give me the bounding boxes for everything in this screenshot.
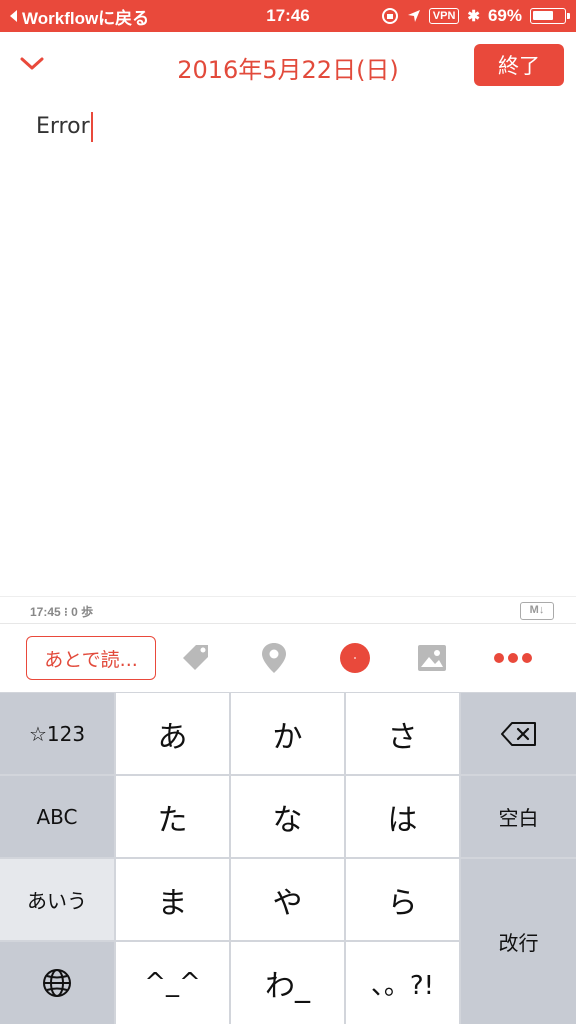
key-ma[interactable]: ま xyxy=(116,859,229,940)
image-icon[interactable] xyxy=(414,640,450,676)
key-na[interactable]: な xyxy=(231,776,344,857)
record-dot-icon[interactable] xyxy=(337,640,373,676)
markdown-badge[interactable]: M↓ xyxy=(520,602,554,620)
key-sa[interactable]: さ xyxy=(346,693,459,774)
entry-info-bar: 17:45 ⁝ 0 歩 M↓ xyxy=(0,596,576,624)
tag-icon[interactable] xyxy=(178,640,214,676)
vpn-badge: VPN xyxy=(428,8,460,24)
key-ha[interactable]: は xyxy=(346,776,459,857)
key-ka[interactable]: か xyxy=(231,693,344,774)
more-dots-icon[interactable] xyxy=(492,640,534,676)
status-bar: Workflowに戻る 17:46 VPN ✱ 69% xyxy=(0,0,576,32)
key-a[interactable]: あ xyxy=(116,693,229,774)
key-ya[interactable]: や xyxy=(231,859,344,940)
key-abc[interactable]: ABC xyxy=(0,776,114,857)
key-ra[interactable]: ら xyxy=(346,859,459,940)
key-emoticon[interactable]: ^_^ xyxy=(116,942,229,1024)
chevron-down-icon[interactable] xyxy=(16,48,48,80)
back-triangle-icon xyxy=(10,10,17,22)
editor-toolbar: あとで読... xyxy=(0,624,576,692)
battery-percent: 69% xyxy=(487,6,522,25)
key-enter[interactable]: 改行 xyxy=(461,859,576,1024)
globe-icon[interactable] xyxy=(0,942,114,1024)
key-space[interactable]: 空白 xyxy=(461,776,576,857)
entry-header: 2016年5月22日(日) 終了 xyxy=(0,32,576,98)
key-ta[interactable]: た xyxy=(116,776,229,857)
back-app-label: Workflowに戻る xyxy=(22,8,150,28)
bluetooth-icon: ✱ xyxy=(467,8,480,25)
read-later-button[interactable]: あとで読... xyxy=(26,636,156,680)
key-punctuation[interactable]: 、。?! xyxy=(346,942,459,1024)
location-pin-icon[interactable] xyxy=(256,640,292,676)
key-numbers[interactable]: ☆123 xyxy=(0,693,114,774)
entry-text-editor[interactable]: Error xyxy=(36,112,93,142)
editor-text: Error xyxy=(36,114,90,139)
battery-icon xyxy=(530,8,570,24)
key-hiragana[interactable]: あいう xyxy=(0,859,114,940)
orientation-lock-icon xyxy=(381,8,398,24)
entry-meta-info: 17:45 ⁝ 0 歩 xyxy=(30,605,94,619)
location-arrow-icon xyxy=(407,10,420,22)
text-caret xyxy=(90,112,93,142)
done-button[interactable]: 終了 xyxy=(474,44,564,86)
back-to-app-link[interactable]: Workflowに戻る xyxy=(8,0,149,32)
key-wa[interactable]: わ_ xyxy=(231,942,344,1024)
backspace-icon[interactable] xyxy=(461,693,576,774)
japanese-kana-keyboard: ☆123 ABC あいう あ か さ た な は ま や ら ^_^ わ_ 、。… xyxy=(0,692,576,1024)
